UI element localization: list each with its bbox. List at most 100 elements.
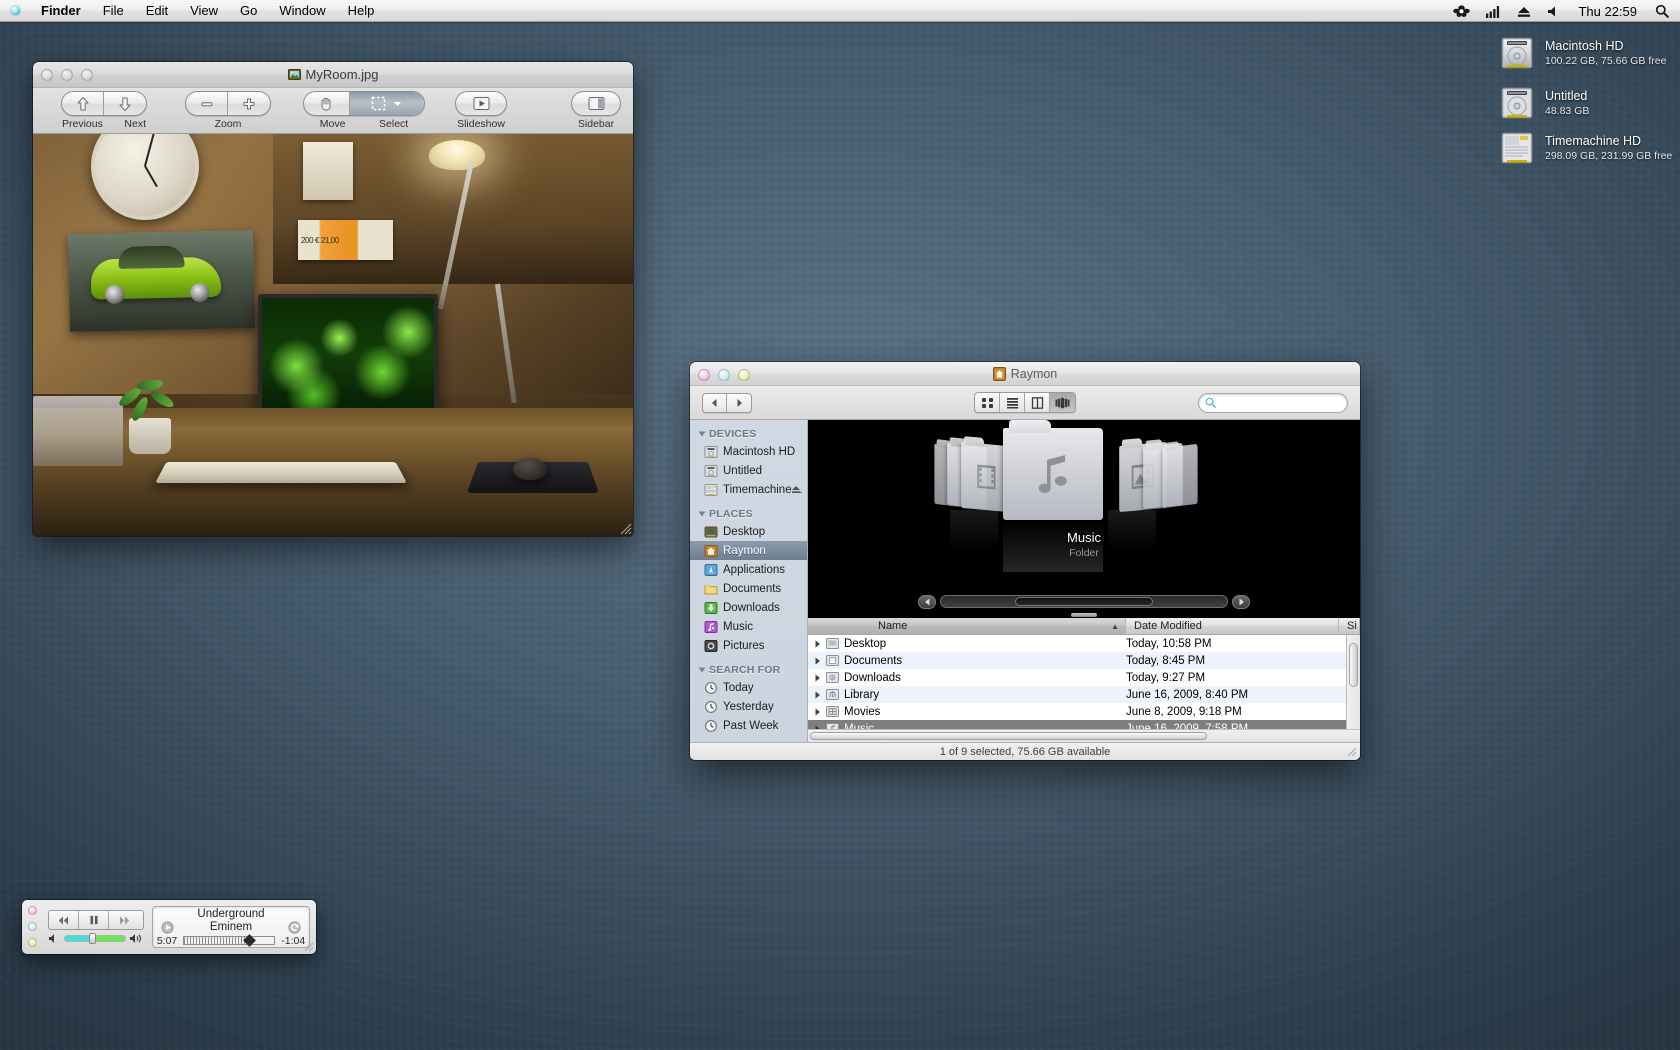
sidebar-item-past-week[interactable]: Past Week (690, 716, 807, 735)
minimize-button[interactable] (61, 69, 73, 81)
coverflow-item-movies[interactable] (961, 441, 1009, 513)
menu-item-window[interactable]: Window (268, 0, 336, 22)
move-select-segment[interactable] (303, 91, 425, 116)
eject-icon[interactable] (1509, 0, 1539, 22)
list-view-button[interactable] (1000, 393, 1025, 412)
minimize-button[interactable] (718, 369, 730, 381)
sidebar-item-documents[interactable]: Documents (690, 579, 807, 598)
coverflow-resize-grip[interactable] (1071, 613, 1097, 617)
table-row[interactable]: Desktop Today, 10:58 PM (808, 635, 1360, 652)
volume-slider[interactable] (64, 933, 126, 944)
sidebar-item-untitled[interactable]: Untitled (690, 461, 807, 480)
previous-button[interactable] (62, 92, 104, 115)
itunes-window-controls[interactable] (28, 906, 37, 947)
preview-window[interactable]: MyRoom.jpg Previous Next Zoom Move Selec… (33, 62, 633, 536)
table-row[interactable]: Documents Today, 8:45 PM (808, 652, 1360, 669)
search-icon[interactable] (1647, 0, 1680, 22)
column-header-size[interactable]: Si (1339, 618, 1360, 634)
column-header-date-modified[interactable]: Date Modified (1126, 618, 1339, 634)
sidebar-section-devices[interactable]: DEVICES (690, 424, 807, 442)
sidebar-item-music[interactable]: Music (690, 617, 807, 636)
finder-nav-segment[interactable] (702, 392, 752, 413)
search-input[interactable] (1216, 396, 1341, 409)
table-row[interactable]: Downloads Today, 9:27 PM (808, 669, 1360, 686)
preview-window-controls[interactable] (41, 69, 93, 81)
volume-slider-knob[interactable] (89, 933, 96, 944)
finder-window[interactable]: Raymon DEVICES Macintosh HD Untitled Tim… (690, 362, 1360, 760)
sidebar-segment[interactable] (571, 91, 621, 116)
menu-item-edit[interactable]: Edit (135, 0, 179, 22)
sidebar-item-raymon[interactable]: Raymon (690, 541, 807, 560)
next-track-button[interactable] (109, 911, 139, 929)
disclosure-triangle-icon[interactable] (808, 657, 826, 665)
coverflow-view[interactable]: Music Folder (808, 420, 1360, 618)
disclosure-triangle-icon[interactable] (698, 510, 706, 518)
sidebar-item-today[interactable]: Today (690, 678, 807, 697)
coverflow-item-music[interactable] (1003, 420, 1103, 520)
search-field[interactable] (1198, 392, 1348, 413)
menu-bar-clock[interactable]: Thu 22:59 (1568, 4, 1647, 19)
back-button[interactable] (703, 393, 727, 412)
coverflow-next-button[interactable] (1232, 594, 1250, 609)
sidebar-item-yesterday[interactable]: Yesterday (690, 697, 807, 716)
slideshow-segment[interactable] (455, 91, 507, 116)
disclosure-triangle-icon[interactable] (808, 708, 826, 716)
coverflow-scrollbar[interactable] (918, 594, 1250, 609)
zoom-button[interactable] (738, 369, 750, 381)
resize-grip[interactable] (303, 941, 314, 952)
file-list-vertical-scrollbar[interactable] (1346, 635, 1360, 729)
next-button[interactable] (104, 92, 146, 115)
volume-icon[interactable] (1539, 0, 1568, 22)
close-button[interactable] (698, 369, 710, 381)
zoom-out-button[interactable] (186, 92, 228, 115)
table-row[interactable]: Movies June 8, 2009, 9:18 PM (808, 703, 1360, 720)
scroll-thumb[interactable] (810, 732, 1208, 740)
select-tool-button[interactable] (349, 92, 424, 115)
minimize-button[interactable] (28, 922, 37, 931)
play-pause-button[interactable] (79, 911, 109, 929)
desktop-drive-timemachine-hd[interactable]: Timemachine HD 298.09 GB, 231.99 GB free (1497, 128, 1672, 168)
close-button[interactable] (28, 906, 37, 915)
resize-grip[interactable] (618, 521, 632, 535)
sidebar-toggle-button[interactable] (572, 92, 620, 115)
previous-track-button[interactable] (49, 911, 79, 929)
forward-button[interactable] (727, 394, 751, 412)
disclosure-triangle-icon[interactable] (698, 666, 706, 674)
column-header-name[interactable]: Name ▲ (870, 618, 1126, 634)
sidebar-item-timemachine[interactable]: Timemachine… (690, 480, 807, 499)
coverflow-view-button[interactable] (1050, 393, 1075, 412)
desktop-drive-untitled[interactable]: Untitled 48.83 GB (1497, 83, 1589, 123)
apple-menu[interactable] (0, 6, 30, 15)
menu-item-help[interactable]: Help (337, 0, 386, 22)
file-list[interactable]: Name ▲ Date Modified Si Desktop Today, 1… (808, 618, 1360, 742)
coverflow-prev-button[interactable] (918, 594, 936, 609)
finder-titlebar[interactable]: Raymon (690, 362, 1360, 386)
flower-pinwheel-icon[interactable] (1445, 0, 1478, 22)
zoom-segment[interactable] (185, 91, 271, 116)
sidebar-item-downloads[interactable]: Downloads (690, 598, 807, 617)
coverflow-scroll-track[interactable] (940, 595, 1228, 608)
desktop-drive-macintosh-hd[interactable]: Macintosh HD 100.22 GB, 75.66 GB free (1497, 33, 1666, 73)
icon-view-button[interactable] (975, 393, 1000, 412)
wifi-signal-icon[interactable] (1478, 0, 1509, 22)
itunes-display[interactable]: Underground Eminem 5:07 -1:04 (152, 906, 310, 948)
move-tool-button[interactable] (304, 92, 350, 115)
disclosure-triangle-icon[interactable] (808, 674, 826, 682)
sidebar-section-search-for[interactable]: SEARCH FOR (690, 660, 807, 678)
column-view-button[interactable] (1025, 393, 1050, 412)
scroll-thumb[interactable] (1349, 643, 1358, 687)
coverflow-scroll-thumb[interactable] (1015, 597, 1153, 606)
sidebar-item-desktop[interactable]: Desktop (690, 522, 807, 541)
finder-window-controls[interactable] (698, 369, 750, 381)
airplay-icon[interactable] (161, 920, 174, 934)
preview-titlebar[interactable]: MyRoom.jpg (33, 62, 633, 88)
table-row[interactable]: Library June 16, 2009, 8:40 PM (808, 686, 1360, 703)
itunes-mini-player[interactable]: Underground Eminem 5:07 -1:04 (22, 900, 316, 954)
close-button[interactable] (41, 69, 53, 81)
finder-sidebar[interactable]: DEVICES Macintosh HD Untitled Timemachin… (690, 420, 808, 742)
view-mode-segment[interactable] (974, 392, 1076, 413)
resize-grip[interactable] (1345, 745, 1357, 757)
itunes-progress-bar[interactable] (183, 934, 276, 947)
file-list-horizontal-scrollbar[interactable] (808, 729, 1360, 742)
disclosure-triangle-icon[interactable] (808, 640, 826, 648)
